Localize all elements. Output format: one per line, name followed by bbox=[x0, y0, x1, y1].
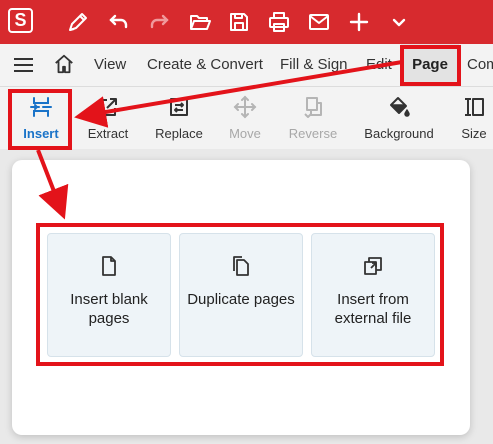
reverse-label: Reverse bbox=[288, 126, 338, 141]
insert-button[interactable]: Insert bbox=[12, 87, 70, 149]
menu-page[interactable]: Page bbox=[401, 44, 459, 86]
blank-page-icon bbox=[97, 254, 121, 278]
page-ribbon: Insert Extract Replace Move Reverse Back… bbox=[0, 87, 493, 149]
insert-blank-pages-option[interactable]: Insert blank pages bbox=[47, 233, 171, 357]
extract-icon bbox=[96, 95, 120, 119]
page-size-icon bbox=[462, 95, 486, 119]
more-chevron-icon[interactable] bbox=[387, 10, 411, 34]
background-label: Background bbox=[364, 126, 434, 141]
insert-from-external-file-option[interactable]: Insert from external file bbox=[311, 233, 435, 357]
menu-create-convert[interactable]: Create & Convert bbox=[147, 44, 263, 86]
replace-icon bbox=[167, 95, 191, 119]
app-logo[interactable]: S bbox=[8, 8, 33, 33]
save-icon[interactable] bbox=[227, 10, 251, 34]
replace-label: Replace bbox=[155, 126, 203, 141]
reverse-icon bbox=[301, 95, 325, 119]
size-label: Size bbox=[461, 126, 487, 141]
background-button[interactable]: Background bbox=[360, 87, 438, 149]
insert-label: Insert bbox=[23, 126, 59, 141]
hamburger-menu-icon[interactable] bbox=[13, 55, 35, 75]
open-folder-icon[interactable] bbox=[188, 10, 212, 34]
menu-bar: View Create & Convert Fill & Sign Edit P… bbox=[0, 44, 493, 87]
paint-bucket-icon bbox=[387, 95, 411, 119]
duplicate-pages-icon bbox=[229, 254, 253, 278]
menu-fill-sign[interactable]: Fill & Sign bbox=[280, 44, 348, 86]
home-icon[interactable] bbox=[53, 53, 75, 75]
move-icon bbox=[233, 95, 257, 119]
undo-icon[interactable] bbox=[107, 10, 131, 34]
move-button: Move bbox=[222, 87, 268, 149]
external-file-icon bbox=[361, 254, 385, 278]
pen-icon[interactable] bbox=[66, 10, 90, 34]
email-icon[interactable] bbox=[307, 10, 331, 34]
menu-view[interactable]: View bbox=[94, 44, 126, 86]
add-icon[interactable] bbox=[347, 10, 371, 34]
insert-from-external-file-label: Insert from external file bbox=[334, 291, 412, 327]
size-button[interactable]: Size bbox=[455, 87, 493, 149]
redo-icon bbox=[147, 10, 171, 34]
duplicate-pages-label: Duplicate pages bbox=[187, 291, 295, 308]
move-label: Move bbox=[229, 126, 261, 141]
menu-comment[interactable]: Com bbox=[467, 44, 493, 86]
extract-label: Extract bbox=[87, 126, 129, 141]
duplicate-pages-option[interactable]: Duplicate pages bbox=[179, 233, 303, 357]
insert-page-icon bbox=[29, 95, 53, 119]
reverse-button: Reverse bbox=[282, 87, 344, 149]
replace-button[interactable]: Replace bbox=[148, 87, 210, 149]
extract-button[interactable]: Extract bbox=[78, 87, 138, 149]
menu-edit[interactable]: Edit bbox=[366, 44, 392, 86]
print-icon[interactable] bbox=[267, 10, 291, 34]
insert-blank-pages-label: Insert blank pages bbox=[70, 291, 148, 327]
title-bar: S bbox=[0, 0, 493, 44]
